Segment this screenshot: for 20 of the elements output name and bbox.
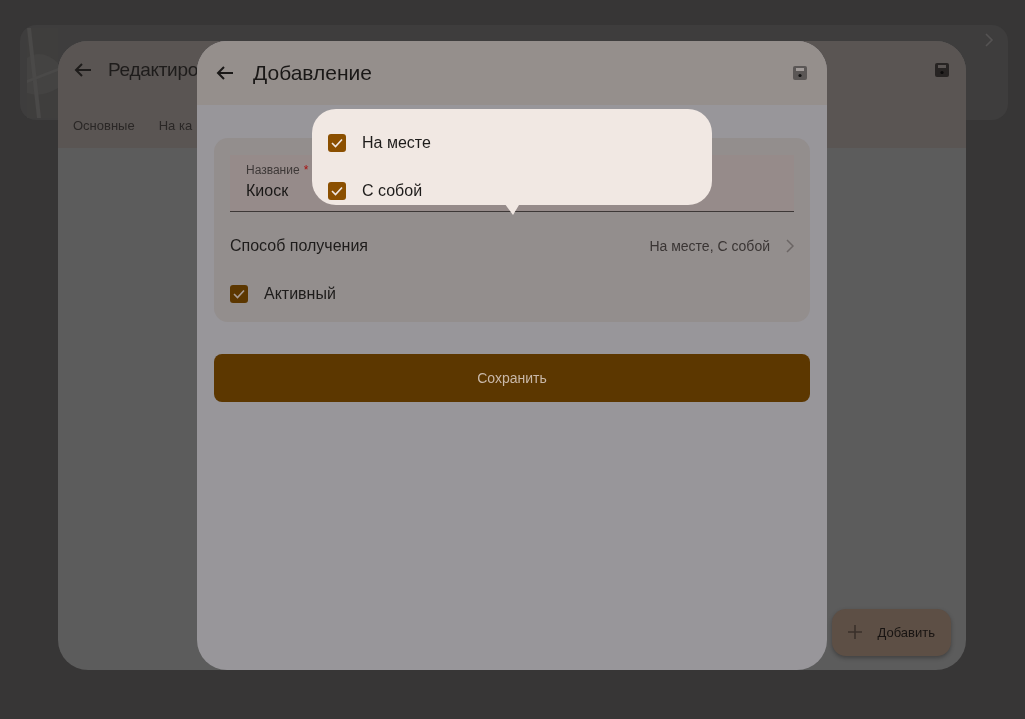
save-icon[interactable]	[934, 62, 950, 78]
back-icon[interactable]	[216, 65, 234, 81]
checkmark-icon	[233, 289, 245, 299]
checkbox[interactable]	[328, 134, 346, 152]
checkbox[interactable]	[328, 182, 346, 200]
checkmark-icon	[331, 186, 343, 196]
chevron-icon	[786, 239, 794, 253]
checkbox-label: Активный	[264, 284, 336, 304]
option-label: На месте	[362, 133, 431, 153]
checkbox[interactable]	[230, 285, 248, 303]
save-button[interactable]: Сохранить	[214, 354, 810, 402]
delivery-method-row[interactable]: Способ получения На месте, С собой	[230, 212, 794, 272]
option-label: С собой	[362, 181, 423, 201]
dialog-title: Редактиро	[108, 57, 198, 82]
chevron-icon	[984, 32, 994, 48]
add-button[interactable]: Добавить	[831, 608, 951, 656]
dialog-title: Добавление	[253, 60, 372, 87]
plus-icon	[847, 625, 862, 640]
checkmark-icon	[331, 138, 343, 148]
save-icon[interactable]	[792, 65, 808, 81]
